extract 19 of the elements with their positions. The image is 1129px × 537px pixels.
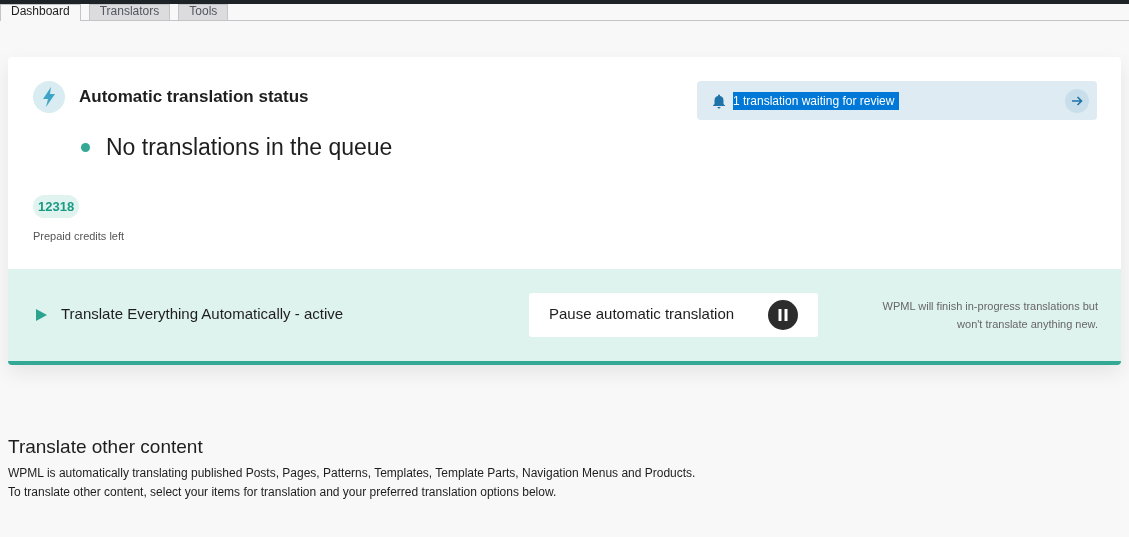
section-title: Translate other content <box>8 434 204 459</box>
tab[interactable]: Tools <box>178 4 229 20</box>
pause-button[interactable]: Pause automatic translation <box>529 292 818 337</box>
notification-text: 1 translation waiting for review <box>733 91 899 110</box>
lightning-icon <box>33 81 65 113</box>
bell-icon <box>711 92 727 109</box>
review-notification[interactable]: 1 translation waiting for review <box>697 81 1097 120</box>
queue-status: No translations in the queue <box>106 133 393 162</box>
pause-note: WPML will finish in-progress translations but won't translate anything new. <box>881 298 1098 332</box>
pause-icon <box>768 299 798 330</box>
automation-status: Translate Everything Automatically - active <box>61 304 345 325</box>
tab[interactable]: Translators <box>88 4 171 20</box>
credits-badge: 12318 <box>33 194 80 218</box>
description-text: To translate other content, select your items for translation and your preferred translation options below. <box>8 484 558 501</box>
card-title: Automatic translation status <box>79 86 309 109</box>
description-text: WPML is automatically translating published Posts, Pages, Patterns, Templates, Template Parts, Navigation Menus and Products. <box>8 465 697 482</box>
credits-label: Prepaid credits left <box>33 229 126 244</box>
arrow-right-icon[interactable] <box>1065 88 1089 113</box>
tab[interactable]: Dashboard <box>0 4 81 21</box>
